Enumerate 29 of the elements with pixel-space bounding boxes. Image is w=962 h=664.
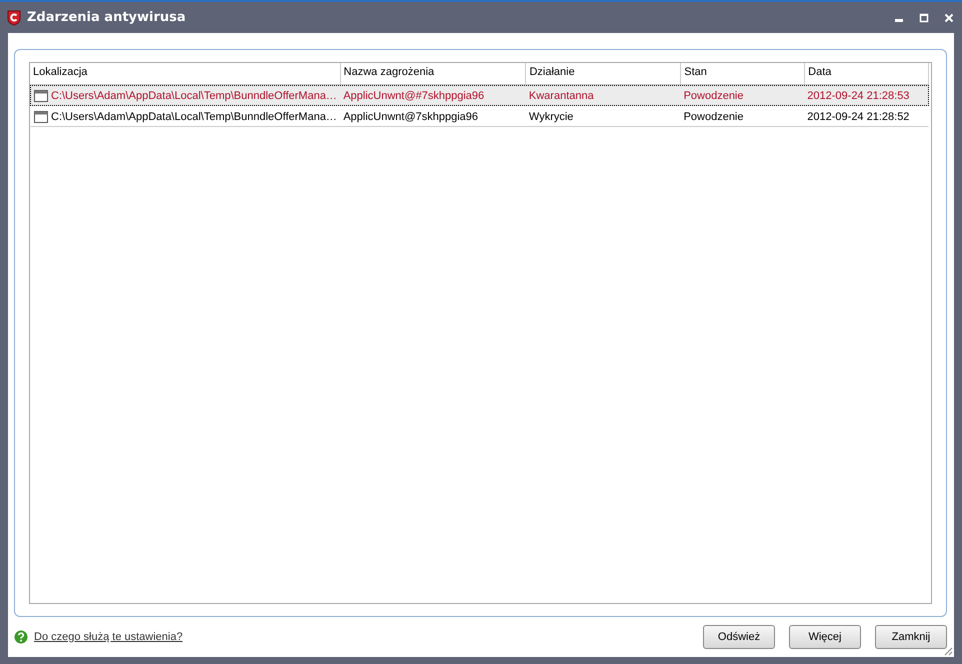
dialog-button[interactable]: Więcej — [789, 625, 861, 649]
table-cell-text: Kwarantanna — [528, 90, 595, 102]
resize-grip-icon[interactable] — [943, 646, 953, 656]
window-icon — [34, 90, 48, 102]
help-icon — [14, 630, 28, 644]
table-cell-text: ApplicUnwnt@7skhppgia96 — [342, 110, 480, 122]
maximize-icon[interactable] — [919, 12, 929, 22]
window-icon — [34, 110, 48, 122]
close-icon[interactable] — [944, 12, 954, 22]
table-cell-text: Wykrycie — [528, 110, 574, 122]
column-header[interactable]: Nazwa zagrożenia — [340, 63, 526, 84]
column-header[interactable]: Działanie — [526, 63, 682, 84]
table-row[interactable]: C:\Users\Adam\AppData\Local\Temp\BunndleOfferMana… ApplicUnwnt@7skhppgia96 Wykrycie Powodzenie 2012-09-24 21:28:52 — [30, 106, 929, 127]
dialog-button[interactable]: Odśwież — [703, 625, 775, 649]
shield-logo-icon — [7, 10, 21, 26]
table-row[interactable]: C:\Users\Adam\AppData\Local\Temp\BunndleOfferMana… ApplicUnwnt@#7skhppgia96 Kwarantanna Powodzenie 2012-09-24 21:28:53 — [30, 85, 929, 106]
table-cell-text: C:\Users\Adam\AppData\Local\Temp\BunndleOfferMana… — [50, 110, 338, 122]
column-header[interactable]: Stan — [681, 63, 806, 84]
table-cell-text: Powodzenie — [682, 90, 744, 102]
column-header[interactable]: Data — [805, 63, 929, 84]
help-link[interactable]: Do czego służą te ustawienia? — [34, 631, 183, 643]
table-cell-text: 2012-09-24 21:28:53 — [806, 90, 910, 102]
table-cell-text: ApplicUnwnt@#7skhppgia96 — [342, 90, 486, 102]
dialog-button[interactable]: Zamknij — [875, 625, 947, 649]
table-cell-text: 2012-09-24 21:28:52 — [806, 110, 910, 122]
table-cell-text: Powodzenie — [682, 110, 744, 122]
column-header[interactable]: Lokalizacja — [30, 63, 341, 84]
window-title: Zdarzenia antywirusa — [27, 10, 186, 25]
table-cell-text: C:\Users\Adam\AppData\Local\Temp\BunndleOfferMana… — [50, 90, 338, 102]
